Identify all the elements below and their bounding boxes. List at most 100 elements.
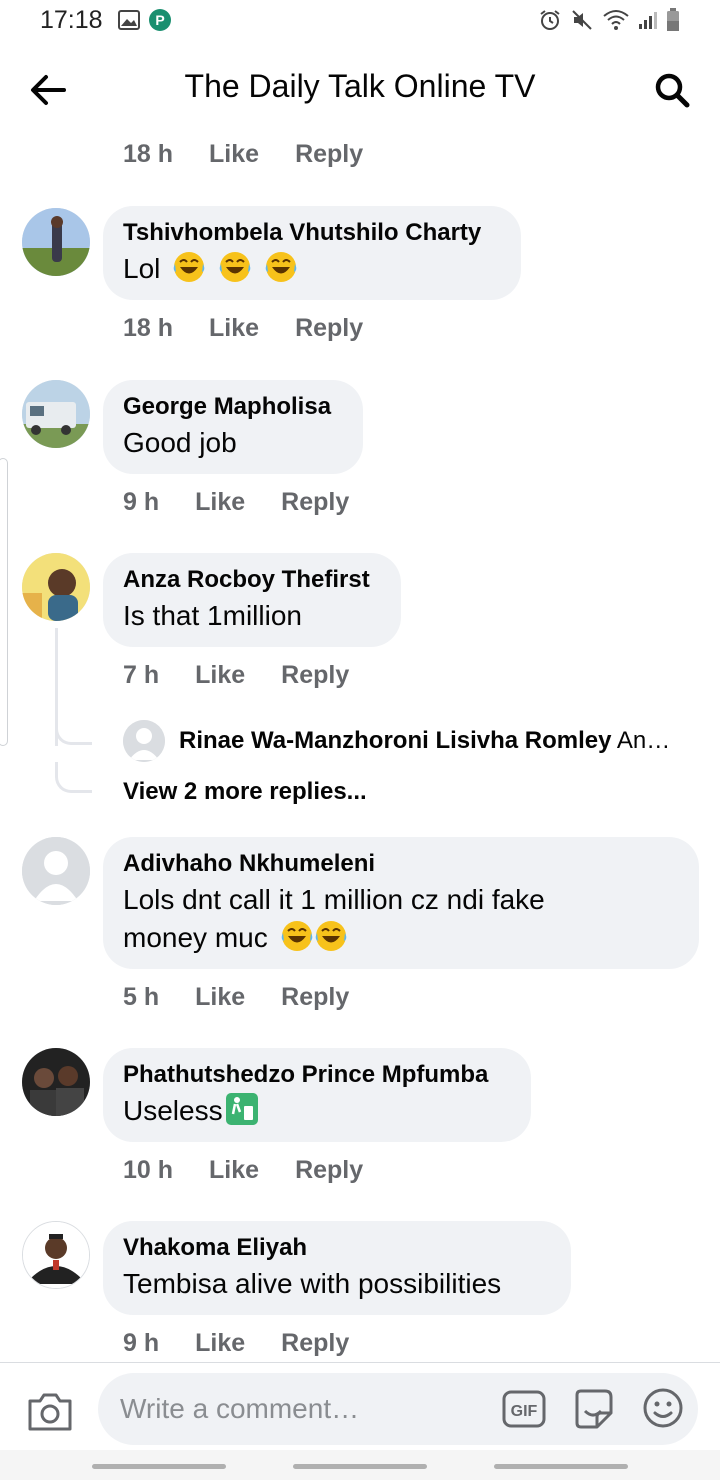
reply-button[interactable]: Reply [281, 661, 349, 690]
signal-icon [639, 12, 657, 29]
comment-time: 9 h [123, 1329, 160, 1357]
svg-text:P: P [155, 12, 164, 28]
status-bar: 17:18 P [0, 0, 720, 44]
reply-preview-text: Rinae Wa-Manzhoroni Lisivha Romley An… [179, 727, 670, 755]
comment-meta: 5 h Like Reply [123, 983, 349, 1012]
comment-meta: 7 h Like Reply [123, 661, 349, 690]
comment-time: 18 h [123, 314, 174, 342]
status-time: 17:18 [40, 6, 103, 34]
avatar[interactable] [22, 553, 90, 621]
comment-bubble[interactable]: Phathutshedzo Prince Mpfumba Useless [103, 1048, 531, 1142]
comment-body: Useless [123, 1095, 223, 1126]
comment-meta: 9 h Like Reply [123, 488, 349, 517]
nav-recents-button[interactable] [92, 1464, 226, 1469]
system-nav-bar [0, 1450, 720, 1480]
reply-button[interactable]: Reply [295, 314, 363, 343]
comment-time: 18 h [123, 140, 174, 168]
battery-icon [667, 8, 679, 31]
reply-author[interactable]: Rinae Wa-Manzhoroni Lisivha Romley [179, 727, 612, 754]
sticker-icon [575, 1389, 613, 1429]
like-button[interactable]: Like [195, 1329, 245, 1358]
tears-of-joy-emoji-icon [281, 921, 312, 951]
search-icon [655, 73, 690, 108]
like-button[interactable]: Like [209, 140, 259, 169]
reply-button[interactable]: Reply [295, 140, 363, 169]
comment-time: 10 h [123, 1156, 174, 1184]
search-button[interactable] [648, 66, 696, 114]
comment-bubble[interactable]: Anza Rocboy Thefirst Is that 1million [103, 553, 401, 647]
camera-button[interactable] [26, 1389, 74, 1437]
reply-button[interactable]: Reply [295, 1156, 363, 1185]
comment-bubble[interactable]: George Mapholisa Good job [103, 380, 363, 474]
litter-in-bin-emoji-icon [225, 1093, 258, 1125]
reply-button[interactable]: Reply [281, 1329, 349, 1358]
like-button[interactable]: Like [195, 488, 245, 517]
view-more-replies-link[interactable]: View 2 more replies... [123, 778, 367, 806]
reply-button[interactable]: Reply [281, 983, 349, 1012]
comment-meta: 10 h Like Reply [123, 1156, 363, 1185]
reply-snippet: An… [616, 727, 671, 754]
scroll-indicator [0, 458, 8, 746]
comment-text: Lol [123, 250, 501, 288]
comment-meta: 9 h Like Reply [123, 1329, 349, 1358]
camera-icon [28, 1393, 72, 1431]
nav-home-button[interactable] [293, 1464, 427, 1469]
thread-connector [55, 712, 92, 745]
comment-text: Is that 1million [123, 600, 302, 631]
mute-icon [572, 10, 592, 30]
comment-meta: 18 h Like Reply [123, 314, 363, 343]
comment-bubble[interactable]: Tshivhombela Vhutshilo Charty Lol [103, 206, 521, 300]
reply-preview[interactable]: Rinae Wa-Manzhoroni Lisivha Romley An… [123, 720, 698, 762]
page-title: The Daily Talk Online TV [184, 68, 536, 104]
avatar[interactable] [22, 208, 90, 276]
comment-text: Tembisa alive with possibilities [123, 1268, 502, 1299]
avatar[interactable] [123, 720, 165, 762]
gif-button[interactable]: GIF [502, 1389, 546, 1429]
comment-time: 7 h [123, 661, 160, 689]
comment-author[interactable]: Adivhaho Nkhumeleni [123, 849, 679, 879]
thread-connector [55, 762, 92, 793]
comment-author[interactable]: Anza Rocboy Thefirst [123, 565, 381, 595]
comment-time: 9 h [123, 488, 160, 516]
wifi-icon [603, 10, 629, 30]
comment-body: Lol [123, 253, 161, 284]
like-button[interactable]: Like [195, 661, 245, 690]
like-button[interactable]: Like [195, 983, 245, 1012]
gif-icon: GIF [502, 1390, 546, 1428]
tears-of-joy-emoji-icon [219, 252, 251, 282]
avatar[interactable] [22, 1221, 90, 1289]
p-app-icon: P [149, 9, 171, 31]
comment-line: Lols dnt call it 1 million cz ndi fake [123, 884, 545, 915]
comment-author[interactable]: Tshivhombela Vhutshilo Charty [123, 218, 501, 248]
gif-label: GIF [511, 1403, 538, 1420]
comment-meta: 18 h Like Reply [123, 140, 363, 169]
comments-feed[interactable]: 18 h Like Reply Tshivhombela Vhutshilo C… [0, 128, 720, 1362]
sticker-button[interactable] [571, 1387, 615, 1431]
comment-author[interactable]: Phathutshedzo Prince Mpfumba [123, 1060, 511, 1090]
avatar[interactable] [22, 380, 90, 448]
comment-line: money muc [123, 919, 679, 957]
image-icon [118, 10, 140, 30]
comment-bubble[interactable]: Vhakoma Eliyah Tembisa alive with possib… [103, 1221, 571, 1315]
avatar[interactable] [22, 837, 90, 905]
like-button[interactable]: Like [209, 1156, 259, 1185]
comment-time: 5 h [123, 983, 160, 1011]
comment-body: money muc [123, 922, 268, 953]
comment-author[interactable]: Vhakoma Eliyah [123, 1233, 551, 1263]
comment-author[interactable]: George Mapholisa [123, 392, 343, 422]
emoji-button[interactable] [642, 1387, 684, 1429]
header: The Daily Talk Online TV [0, 52, 720, 128]
tears-of-joy-emoji-icon [265, 252, 297, 282]
comment-text: Lols dnt call it 1 million cz ndi fake m… [123, 881, 679, 957]
tears-of-joy-emoji-icon [173, 252, 205, 282]
tears-of-joy-emoji-icon [315, 921, 346, 951]
comment-bubble[interactable]: Adivhaho Nkhumeleni Lols dnt call it 1 m… [103, 837, 699, 969]
avatar[interactable] [22, 1048, 90, 1116]
alarm-icon [540, 10, 560, 30]
comment-text: Good job [123, 427, 237, 458]
emoji-icon [643, 1388, 683, 1428]
nav-back-button[interactable] [494, 1464, 628, 1469]
comment-text: Useless [123, 1092, 511, 1130]
reply-button[interactable]: Reply [281, 488, 349, 517]
like-button[interactable]: Like [209, 314, 259, 343]
